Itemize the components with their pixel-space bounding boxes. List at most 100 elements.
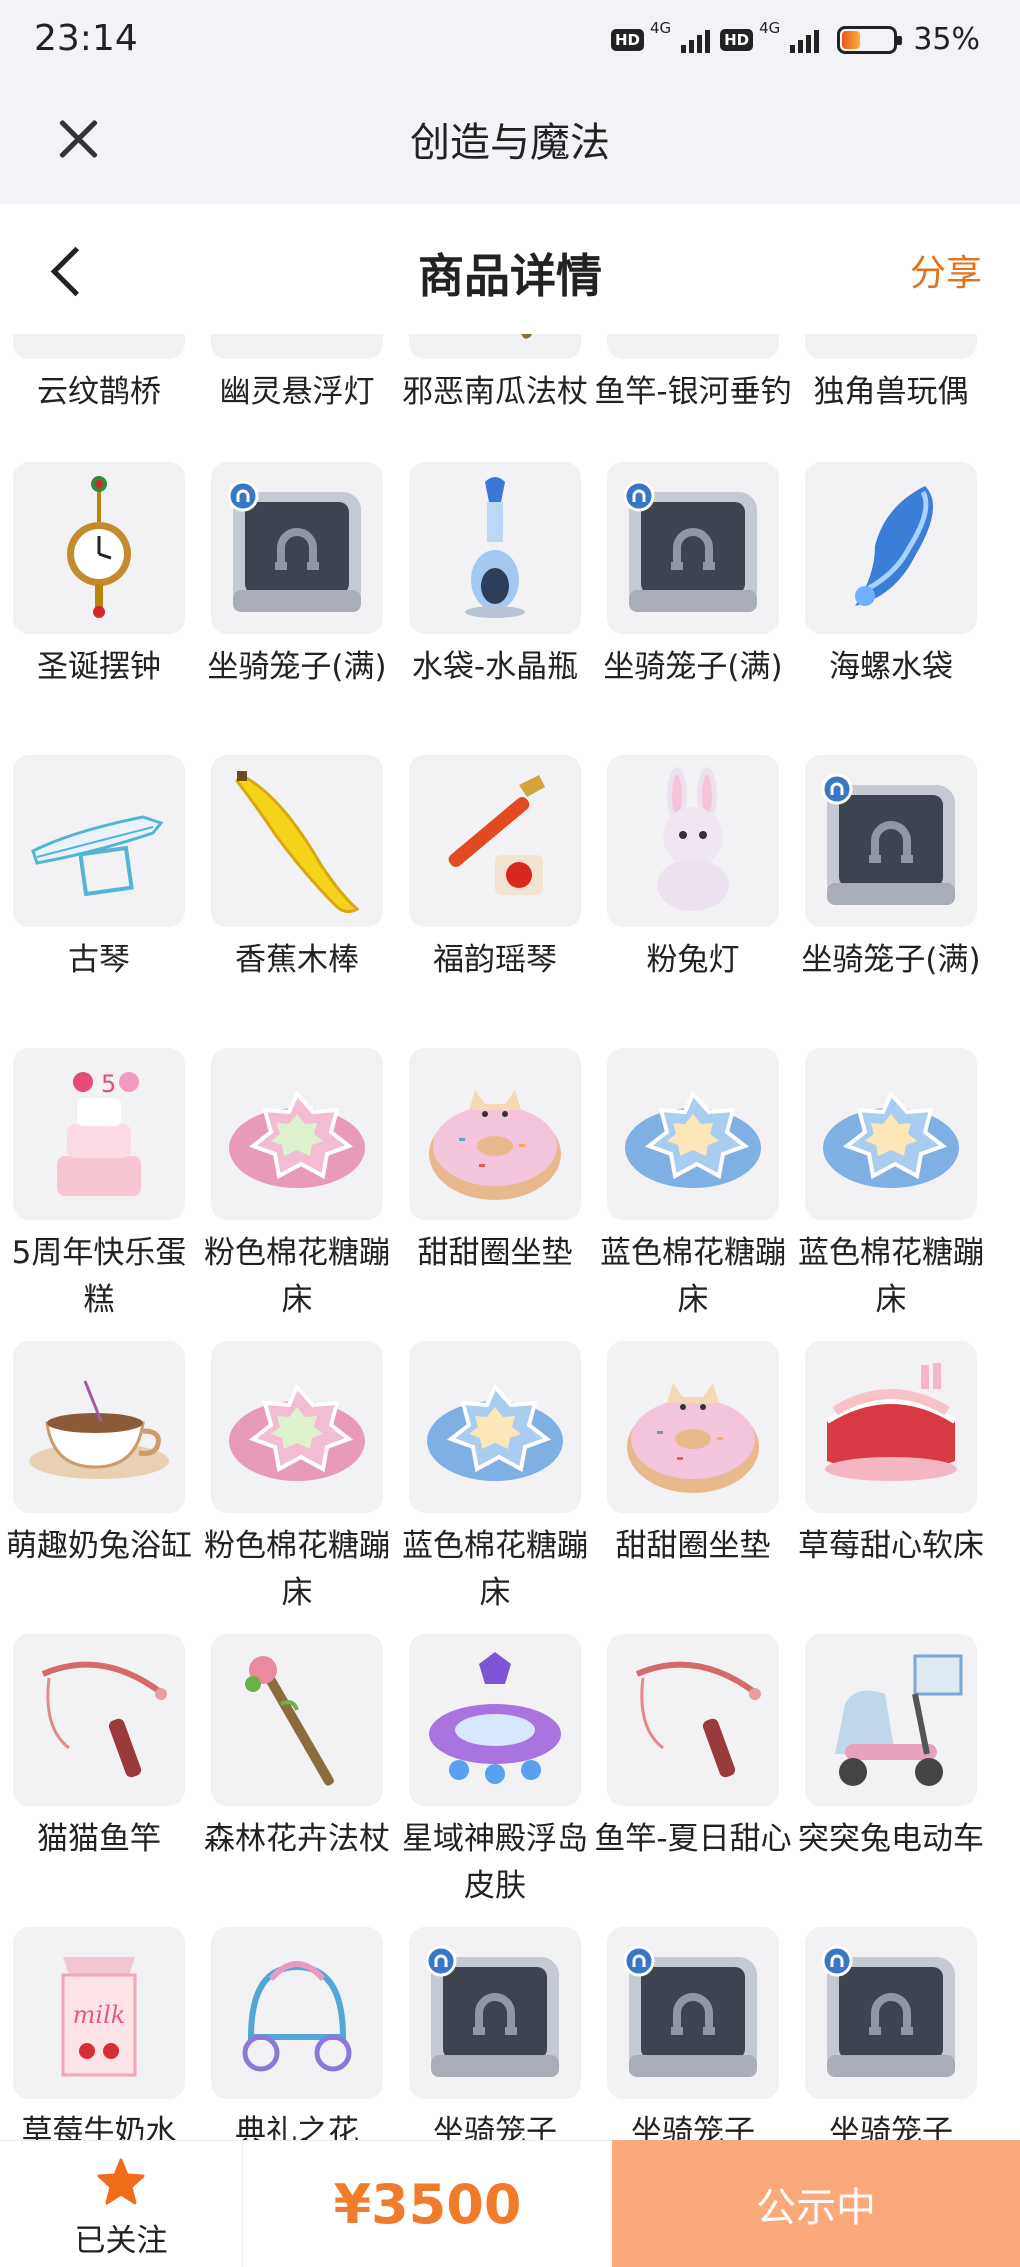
item-name: 邪恶南瓜法杖 (402, 374, 588, 410)
item-card[interactable]: milk 草莓牛奶水 (0, 1927, 198, 2140)
item-card[interactable]: 星域神殿浮岛皮肤 (396, 1634, 594, 1914)
item-card[interactable]: 坐骑笼子 (594, 1927, 792, 2140)
donut-icon (409, 1048, 581, 1220)
item-card[interactable]: 粉色棉花糖蹦床 (198, 1341, 396, 1621)
bed-icon (805, 1341, 977, 1513)
harp-icon (409, 755, 581, 927)
item-card[interactable]: 甜甜圈坐垫 (396, 1048, 594, 1328)
scooter-icon (805, 1634, 977, 1806)
follow-button[interactable]: 已关注 (0, 2141, 242, 2267)
item-name: 鱼竿-夏日甜心 (594, 1821, 792, 1857)
item-card[interactable]: 猫猫鱼竿 (0, 1634, 198, 1914)
item-name: 5周年快乐蛋糕 (11, 1235, 187, 1318)
rod-icon (13, 1634, 185, 1806)
item-card[interactable]: 幽灵悬浮灯 (198, 334, 396, 467)
island-icon (409, 1634, 581, 1806)
item-name: 坐骑笼子 (829, 2114, 953, 2140)
item-name: 坐骑笼子(满) (603, 649, 783, 685)
item-card[interactable]: 福韵瑶琴 (396, 755, 594, 1035)
cage-icon (607, 462, 779, 634)
item-name: 独角兽玩偶 (813, 374, 969, 410)
clock-icon (13, 462, 185, 634)
signal-icon (681, 27, 711, 53)
trampoline-blue-icon (805, 1048, 977, 1220)
battery-percent: 35% (913, 22, 980, 57)
item-name: 云纹鹊桥 (37, 374, 161, 410)
staff-icon (409, 334, 581, 359)
price: ¥3500 (242, 2141, 612, 2267)
item-name: 蓝色棉花糖蹦床 (402, 1528, 588, 1611)
item-name: 草莓牛奶水 (21, 2114, 177, 2140)
item-name: 古琴 (68, 942, 130, 978)
item-card[interactable]: 古琴 (0, 755, 198, 1035)
staff-icon (211, 1634, 383, 1806)
cage-icon (607, 1927, 779, 2099)
item-card[interactable]: 香蕉木棒 (198, 755, 396, 1035)
item-card[interactable]: 海螺水袋 (792, 462, 990, 742)
donut-icon (607, 1341, 779, 1513)
hd-icon: HD (610, 28, 644, 51)
item-card[interactable]: 突突兔电动车 (792, 1634, 990, 1914)
cage-icon (409, 1927, 581, 2099)
item-name: 粉兔灯 (646, 942, 740, 978)
item-card[interactable]: 萌趣奶兔浴缸 (0, 1341, 198, 1621)
item-card[interactable]: 水袋-水晶瓶 (396, 462, 594, 742)
item-name: 蓝色棉花糖蹦床 (600, 1235, 786, 1318)
status-icons: HD 4G HD 4G 35% (610, 19, 980, 57)
follow-label: 已关注 (74, 2223, 168, 2259)
doll-icon (805, 334, 977, 359)
item-name: 香蕉木棒 (235, 942, 359, 978)
guqin-icon (13, 755, 185, 927)
item-card[interactable]: 森林花卉法杖 (198, 1634, 396, 1914)
item-name: 蓝色棉花糖蹦床 (798, 1235, 984, 1318)
cage-icon (211, 462, 383, 634)
item-name: 星域神殿浮岛皮肤 (402, 1821, 588, 1904)
item-name: 鱼竿-银河垂钓 (594, 374, 792, 410)
item-card[interactable]: 蓝色棉花糖蹦床 (594, 1048, 792, 1328)
share-button[interactable]: 分享 (910, 244, 982, 296)
hd-icon: HD (720, 28, 754, 51)
page-title: 商品详情 (418, 249, 602, 303)
rod-icon (607, 1634, 779, 1806)
item-card[interactable]: 邪恶南瓜法杖 (396, 334, 594, 467)
item-card[interactable]: 圣诞摆钟 (0, 462, 198, 742)
bridge-icon (13, 334, 185, 359)
cake-icon: 5 (13, 1048, 185, 1220)
trampoline-pink-icon (211, 1341, 383, 1513)
item-card[interactable]: 粉色棉花糖蹦床 (198, 1048, 396, 1328)
item-name: 草莓甜心软床 (798, 1528, 984, 1564)
item-card[interactable]: 坐骑笼子(满) (792, 755, 990, 1035)
status-time: 23:14 (34, 18, 138, 59)
trampoline-blue-icon (607, 1048, 779, 1220)
status-bar: 23:14 HD 4G HD 4G 35% (0, 0, 1020, 84)
item-name: 圣诞摆钟 (37, 649, 161, 685)
milk-icon: milk (13, 1927, 185, 2099)
cage-icon (805, 1927, 977, 2099)
item-card[interactable]: 蓝色棉花糖蹦床 (396, 1341, 594, 1621)
item-card[interactable]: 坐骑笼子 (396, 1927, 594, 2140)
item-card[interactable]: 5 5周年快乐蛋糕 (0, 1048, 198, 1328)
battery-icon (837, 25, 903, 54)
item-card[interactable]: 坐骑笼子(满) (198, 462, 396, 742)
item-card[interactable]: 独角兽玩偶 (792, 334, 990, 467)
publicity-status-button[interactable]: 公示中 (612, 2140, 1020, 2267)
item-grid-viewport[interactable]: 云纹鹊桥 幽灵悬浮灯 邪恶南瓜法杖 鱼竿-银河垂钓 独角兽玩偶 圣诞摆钟 坐骑笼… (0, 334, 1020, 2140)
item-card[interactable]: 云纹鹊桥 (0, 334, 198, 467)
item-card[interactable]: 草莓甜心软床 (792, 1341, 990, 1621)
item-name: 坐骑笼子(满) (207, 649, 387, 685)
item-card[interactable]: 甜甜圈坐垫 (594, 1341, 792, 1621)
item-card[interactable]: 坐骑笼子(满) (594, 462, 792, 742)
item-card[interactable]: 典礼之花 (198, 1927, 396, 2140)
item-card[interactable]: 坐骑笼子 (792, 1927, 990, 2140)
app-title: 创造与魔法 (410, 120, 610, 166)
item-name: 萌趣奶兔浴缸 (6, 1528, 192, 1564)
svg-text:5: 5 (101, 1070, 116, 1098)
item-card[interactable]: 粉兔灯 (594, 755, 792, 1035)
item-card[interactable]: 鱼竿-银河垂钓 (594, 334, 792, 467)
item-name: 典礼之花 (235, 2114, 359, 2140)
item-card[interactable]: 蓝色棉花糖蹦床 (792, 1048, 990, 1328)
banana-icon (211, 755, 383, 927)
item-name: 甜甜圈坐垫 (615, 1528, 771, 1564)
conch-icon (805, 462, 977, 634)
item-card[interactable]: 鱼竿-夏日甜心 (594, 1634, 792, 1914)
